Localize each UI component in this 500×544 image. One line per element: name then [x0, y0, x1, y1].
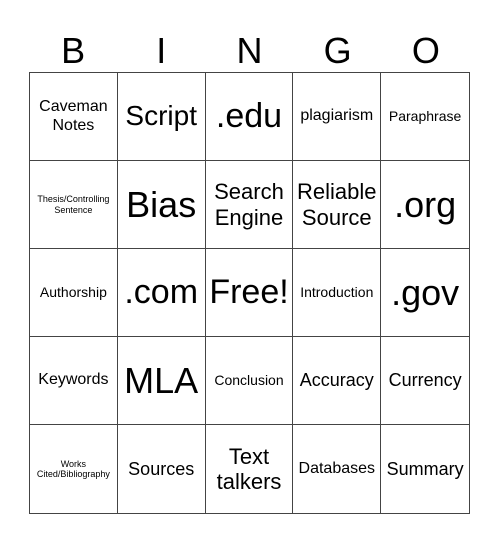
bingo-cell[interactable]: Text talkers — [206, 425, 294, 513]
bingo-cell[interactable]: Search Engine — [205, 161, 294, 249]
bingo-cell[interactable]: Bias — [117, 161, 206, 249]
bingo-cell[interactable]: Introduction — [293, 249, 382, 337]
bingo-cell[interactable]: Sources — [118, 425, 206, 513]
bingo-cell[interactable]: Summary — [381, 425, 469, 513]
bingo-cell[interactable]: Databases — [293, 425, 382, 513]
bingo-cell[interactable]: Keywords — [30, 337, 118, 425]
bingo-cell[interactable]: Thesis/Controlling Sentence — [30, 161, 118, 249]
bingo-cell[interactable]: plagiarism — [293, 73, 382, 161]
bingo-cell[interactable]: Works Cited/Bibliography — [30, 425, 118, 513]
bingo-cell[interactable]: .edu — [205, 73, 294, 161]
header-letter-i: I — [156, 30, 167, 71]
bingo-grid: Caveman Notes Script .edu plagiarism Par… — [29, 72, 470, 514]
bingo-cell[interactable]: Accuracy — [293, 337, 382, 425]
bingo-cell[interactable]: Free! — [205, 249, 294, 337]
header-letter-g: G — [323, 30, 352, 71]
bingo-cell[interactable]: Reliable Source — [293, 161, 382, 249]
header-letter-n: N — [236, 30, 263, 71]
bingo-cell[interactable]: .com — [117, 249, 206, 337]
bingo-cell[interactable]: .org — [381, 161, 469, 249]
bingo-cell[interactable]: Conclusion — [205, 337, 294, 425]
bingo-cell[interactable]: Currency — [381, 337, 469, 425]
bingo-cell[interactable]: Authorship — [30, 249, 118, 337]
header-letter-b: B — [61, 30, 86, 71]
bingo-cell[interactable]: .gov — [381, 249, 469, 337]
header-letter-o: O — [411, 30, 440, 71]
bingo-cell[interactable]: Paraphrase — [381, 73, 469, 161]
bingo-cell[interactable]: MLA — [117, 337, 206, 425]
bingo-cell[interactable]: Caveman Notes — [30, 73, 118, 161]
bingo-cell[interactable]: Script — [117, 73, 206, 161]
bingo-header: B I N G O — [29, 30, 470, 72]
